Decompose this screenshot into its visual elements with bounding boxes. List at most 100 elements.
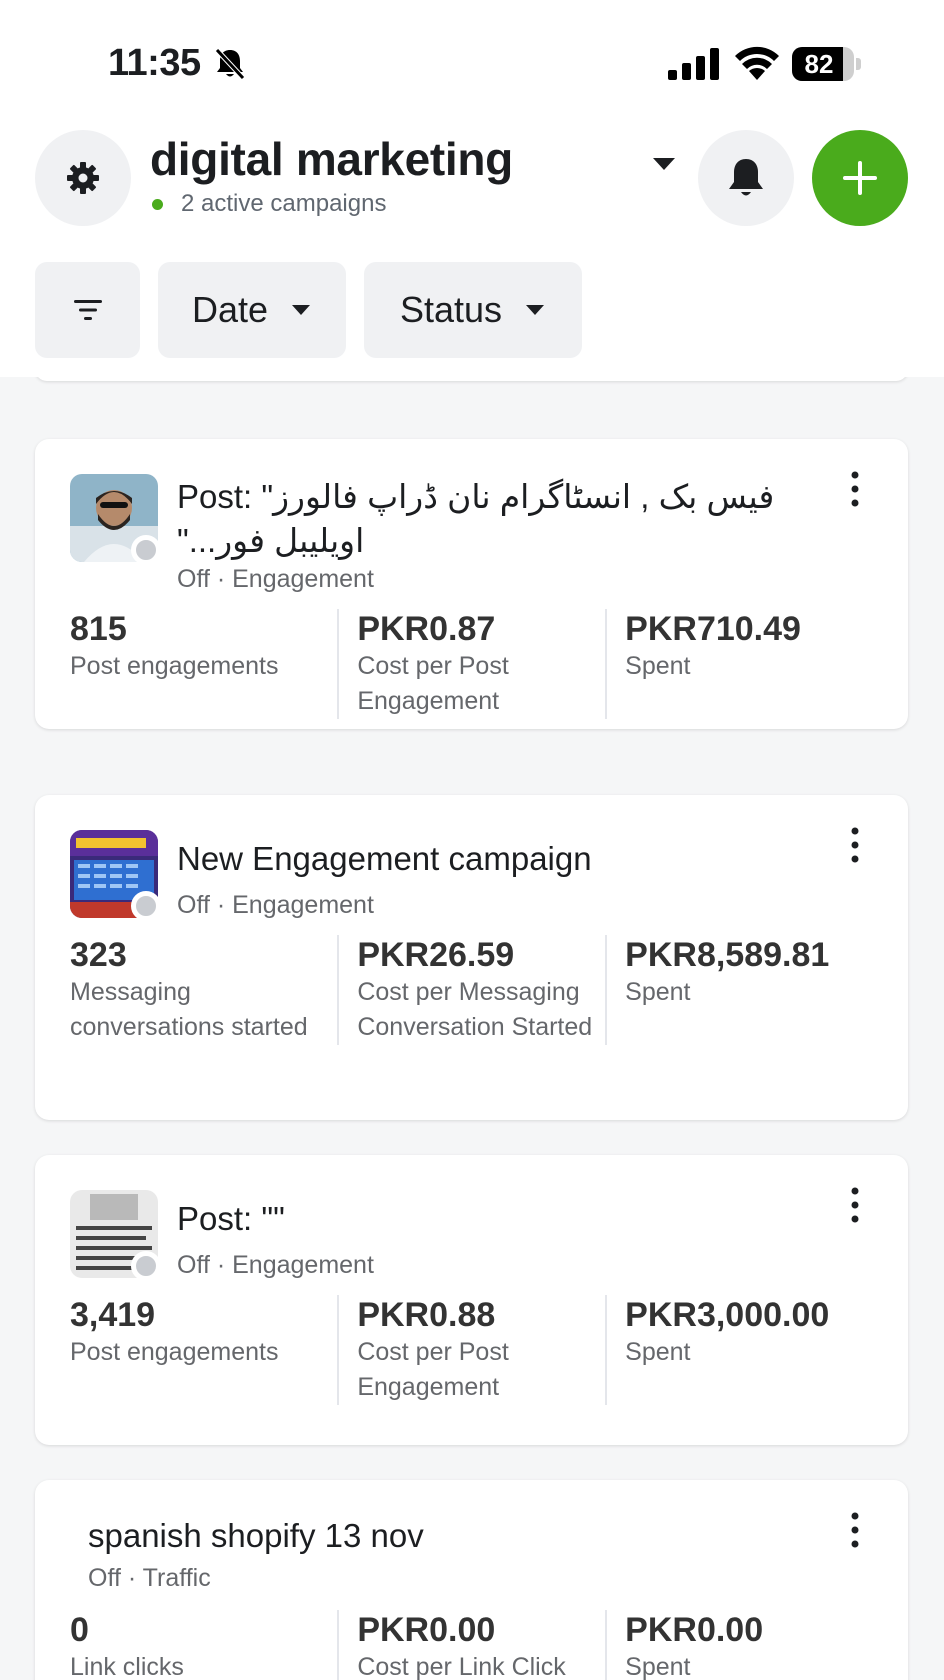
date-filter-button[interactable]: Date <box>158 262 346 358</box>
campaign-card-partial[interactable] <box>35 377 908 381</box>
silent-mode-icon <box>215 48 245 80</box>
campaign-meta: Off · Engagement <box>177 891 374 920</box>
status-bar: 11:35 82 <box>0 0 944 120</box>
meta-separator: · <box>216 565 233 593</box>
metric-label: Spent <box>625 1338 691 1366</box>
metric-label: Messaging conversations started <box>70 978 308 1041</box>
metric-spent: PKR3,000.00 Spent <box>605 1295 873 1405</box>
metric-label: Post engagements <box>70 1338 279 1366</box>
meta-separator: · <box>216 891 233 919</box>
campaign-status: Off <box>88 1564 121 1592</box>
metric-label: Spent <box>625 978 691 1006</box>
metric-value: 815 <box>70 610 127 648</box>
metric-spent: PKR0.00 Spent <box>605 1610 873 1680</box>
campaign-title-line: اویلیبل فور..." <box>177 522 365 559</box>
chevron-down-icon <box>292 305 311 315</box>
metric-value: PKR0.00 <box>625 1611 764 1649</box>
active-campaigns-text: 2 active campaigns <box>181 190 387 217</box>
wifi-icon <box>735 46 779 80</box>
date-filter-label: Date <box>191 289 269 330</box>
status-filter-button[interactable]: Status <box>364 262 582 358</box>
campaign-objective: Traffic <box>142 1564 211 1592</box>
clock-time: 11:35 <box>108 42 201 84</box>
campaign-card[interactable]: Post: "" Off · Engagement 3,419 Post eng… <box>35 1155 908 1445</box>
battery-percent: 82 <box>804 49 834 79</box>
bell-icon <box>729 159 763 196</box>
account-dropdown-icon[interactable] <box>650 154 678 174</box>
meta-separator: · <box>216 1251 233 1279</box>
metric-value: 3,419 <box>70 1296 156 1334</box>
campaign-status: Off <box>177 891 210 919</box>
campaign-meta: Off · Traffic <box>88 1564 211 1593</box>
campaign-metrics: 0 Link clicks PKR0.00 Cost per Link Clic… <box>70 1610 873 1680</box>
campaign-status-dot <box>131 891 161 921</box>
notifications-button[interactable] <box>698 130 794 226</box>
metric-value: PKR710.49 <box>625 610 801 648</box>
metric-value: PKR0.87 <box>357 610 496 648</box>
metric-results: 0 Link clicks <box>70 1610 337 1680</box>
campaign-status-dot <box>131 535 161 565</box>
settings-button[interactable] <box>35 130 131 226</box>
more-options-icon[interactable] <box>847 469 863 509</box>
more-options-icon[interactable] <box>847 825 863 865</box>
campaign-metrics: 815 Post engagements PKR0.87 Cost per Po… <box>70 609 873 719</box>
more-options-icon[interactable] <box>847 1185 863 1225</box>
campaign-status: Off <box>177 565 210 593</box>
metric-label: Cost per Link Click <box>357 1653 566 1680</box>
plus-icon <box>843 161 877 195</box>
campaign-objective: Engagement <box>232 891 374 919</box>
status-filter-label: Status <box>399 289 503 330</box>
create-campaign-button[interactable] <box>812 130 908 226</box>
metric-label: Spent <box>625 1653 691 1680</box>
metric-label: Post engagements <box>70 652 279 680</box>
more-options-icon[interactable] <box>847 1510 863 1550</box>
filter-button[interactable] <box>35 262 140 358</box>
campaign-meta: Off · Engagement <box>177 565 374 594</box>
metric-spent: PKR8,589.81 Spent <box>605 935 873 1045</box>
campaign-card[interactable]: spanish shopify 13 nov Off · Traffic 0 L… <box>35 1480 908 1680</box>
campaign-title[interactable]: spanish shopify 13 nov <box>88 1514 424 1558</box>
campaign-list[interactable]: Post: "فیس بک , انسٹاگرام نان ڈراپ فالور… <box>0 377 944 1680</box>
metric-cost-per-result: PKR0.87 Cost per Post Engagement <box>337 609 605 719</box>
campaign-card[interactable]: Post: "فیس بک , انسٹاگرام نان ڈراپ فالور… <box>35 439 908 729</box>
metric-label: Spent <box>625 652 691 680</box>
campaign-title[interactable]: Post: "فیس بک , انسٹاگرام نان ڈراپ فالور… <box>177 475 774 563</box>
metric-cost-per-result: PKR26.59 Cost per Messaging Conversation… <box>337 935 605 1045</box>
campaign-title[interactable]: New Engagement campaign <box>177 837 592 881</box>
meta-separator: · <box>127 1564 143 1592</box>
campaign-metrics: 323 Messaging conversations started PKR2… <box>70 935 873 1045</box>
campaign-card[interactable]: New Engagement campaign Off · Engagement… <box>35 795 908 1120</box>
metric-spent: PKR710.49 Spent <box>605 609 873 719</box>
battery-icon: 82 <box>792 47 861 81</box>
metric-cost-per-result: PKR0.88 Cost per Post Engagement <box>337 1295 605 1405</box>
metric-results: 323 Messaging conversations started <box>70 935 337 1045</box>
campaign-objective: Engagement <box>232 565 374 593</box>
metric-value: PKR0.00 <box>357 1611 496 1649</box>
app-header: digital marketing 2 active campaigns Dat… <box>0 120 944 497</box>
metric-label: Cost per Post Engagement <box>357 652 509 715</box>
campaign-title-line: Post: "فیس بک , انسٹاگرام نان ڈراپ فالور… <box>177 478 775 515</box>
metric-value: 0 <box>70 1611 89 1649</box>
metric-results: 3,419 Post engagements <box>70 1295 337 1405</box>
account-name[interactable]: digital marketing <box>150 132 513 186</box>
campaign-status-dot <box>131 1251 161 1281</box>
metric-value: PKR8,589.81 <box>625 936 830 974</box>
metric-results: 815 Post engagements <box>70 609 337 719</box>
metric-label: Cost per Post Engagement <box>357 1338 509 1401</box>
metric-value: 323 <box>70 936 127 974</box>
campaign-title[interactable]: Post: "" <box>177 1197 285 1241</box>
campaign-objective: Engagement <box>232 1251 374 1279</box>
metric-value: PKR3,000.00 <box>625 1296 830 1334</box>
filter-icon <box>73 300 102 320</box>
cellular-signal-icon <box>668 48 719 80</box>
campaign-status: Off <box>177 1251 210 1279</box>
gear-icon <box>67 162 99 194</box>
campaign-meta: Off · Engagement <box>177 1251 374 1280</box>
metric-value: PKR26.59 <box>357 936 515 974</box>
filter-bar: Date Status <box>35 262 600 358</box>
metric-cost-per-result: PKR0.00 Cost per Link Click <box>337 1610 605 1680</box>
active-campaigns-status: 2 active campaigns <box>150 190 386 218</box>
metric-label: Link clicks <box>70 1653 184 1680</box>
campaign-metrics: 3,419 Post engagements PKR0.88 Cost per … <box>70 1295 873 1405</box>
metric-label: Cost per Messaging Conversation Started <box>357 978 593 1041</box>
